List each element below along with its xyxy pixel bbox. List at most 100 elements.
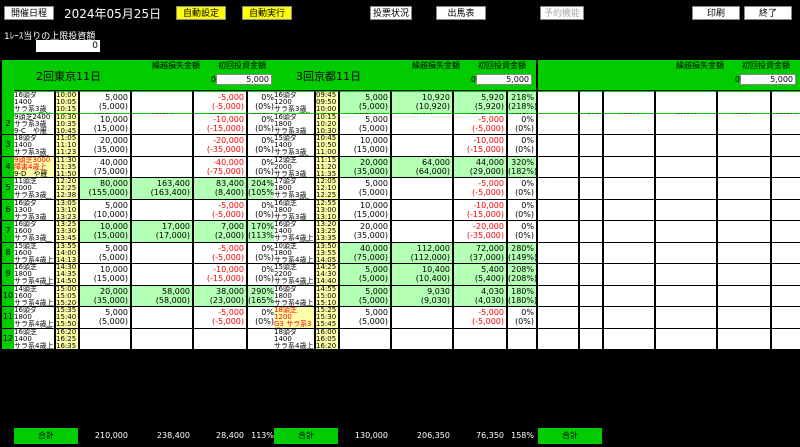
value-bal[interactable]: -10,000 (-15,000) [194, 113, 246, 134]
value-rate[interactable] [772, 135, 800, 156]
value-bal[interactable]: -5,000 (-5,000) [194, 307, 246, 328]
value-pay[interactable] [392, 328, 452, 349]
value-inv[interactable] [604, 178, 654, 199]
value-inv[interactable]: 10,000 (15,000) [80, 113, 130, 134]
value-inv[interactable]: 10,000 (15,000) [80, 221, 130, 242]
value-pay[interactable]: 9,030 (9,030) [392, 285, 452, 306]
value-rate[interactable]: 180% (180%) [508, 285, 536, 306]
value-pay[interactable]: 58,000 (58,000) [132, 285, 192, 306]
value-rate[interactable] [508, 328, 536, 349]
value-pay[interactable]: 64,000 (64,000) [392, 156, 452, 177]
value-bal[interactable]: -5,000 (-5,000) [194, 199, 246, 220]
value-pay[interactable] [656, 221, 716, 242]
value-inv[interactable]: 20,000 (35,000) [340, 221, 390, 242]
value-pay[interactable] [132, 92, 192, 113]
value-inv[interactable]: 5,000 (5,000) [80, 242, 130, 263]
value-rate[interactable] [772, 92, 800, 113]
value-pay[interactable] [132, 135, 192, 156]
value-bal[interactable]: -10,000 (-15,000) [454, 135, 506, 156]
value-bal[interactable] [718, 178, 770, 199]
value-rate[interactable]: 0% (0%) [248, 135, 276, 156]
value-rate[interactable]: 0% (0%) [248, 242, 276, 263]
value-pay[interactable] [656, 92, 716, 113]
value-inv[interactable] [604, 328, 654, 349]
value-bal[interactable]: -5,000 (-5,000) [194, 92, 246, 113]
value-rate[interactable]: 280% (149%) [508, 242, 536, 263]
race-info[interactable] [538, 135, 578, 156]
value-bal[interactable]: -20,000 (-35,000) [194, 135, 246, 156]
value-bal[interactable] [718, 92, 770, 113]
value-rate[interactable] [772, 307, 800, 328]
value-bal[interactable]: 38,000 (23,000) [194, 285, 246, 306]
value-bal[interactable]: 4,030 (4,030) [454, 285, 506, 306]
value-bal[interactable]: -5,000 (-5,000) [454, 113, 506, 134]
value-rate[interactable]: 0% (0%) [508, 221, 536, 242]
race-info[interactable]: 15頭芝1600サラ系4歳上15-B や雁 [14, 242, 54, 263]
value-pay[interactable] [656, 156, 716, 177]
value-pay[interactable]: 10,400 (10,400) [392, 264, 452, 285]
race-info[interactable]: 16頭ダ1800サラ系3歳16-D 標準 [274, 113, 314, 134]
value-pay[interactable]: 112,000 (112,000) [392, 242, 452, 263]
race-info[interactable]: 15頭芝2200サラ系4歳上15-B 標準 [274, 264, 314, 285]
race-info[interactable]: 16頭芝1800サラ系3歳16-A 標準 [274, 199, 314, 220]
race-info[interactable]: 9頭芝3000 障害4歳上 9-D や雁 [14, 156, 54, 177]
value-pay[interactable] [656, 307, 716, 328]
race-info[interactable] [538, 285, 578, 306]
value-pay[interactable] [132, 307, 192, 328]
value-bal[interactable] [718, 156, 770, 177]
race-info[interactable] [538, 113, 578, 134]
value-pay[interactable] [392, 199, 452, 220]
init-input[interactable]: 5,000 [476, 74, 532, 85]
value-rate[interactable]: 0% (0%) [248, 113, 276, 134]
init-input[interactable]: 5,000 [740, 74, 796, 85]
value-inv[interactable]: 5,000 (5,000) [340, 92, 390, 113]
value-inv[interactable] [604, 113, 654, 134]
value-inv[interactable] [604, 285, 654, 306]
value-inv[interactable]: 5,000 (5,000) [340, 307, 390, 328]
value-pay[interactable] [656, 199, 716, 220]
value-inv[interactable] [604, 156, 654, 177]
value-bal[interactable] [718, 242, 770, 263]
value-inv[interactable]: 5,000 (5,000) [80, 307, 130, 328]
value-pay[interactable] [132, 242, 192, 263]
race-info[interactable] [538, 328, 578, 349]
value-rate[interactable]: 0% (0%) [508, 307, 536, 328]
race-info[interactable]: 16頭ダ1400サラ系4歳上16-D 標準 [274, 221, 314, 242]
value-bal[interactable]: 44,000 (29,000) [454, 156, 506, 177]
value-inv[interactable]: 10,000 (15,000) [340, 199, 390, 220]
value-inv[interactable] [604, 221, 654, 242]
value-rate[interactable]: 170% (113%) [248, 221, 276, 242]
race-info[interactable] [538, 264, 578, 285]
value-pay[interactable] [392, 178, 452, 199]
value-inv[interactable]: 20,000 (35,000) [340, 156, 390, 177]
value-pay[interactable] [132, 328, 192, 349]
value-rate[interactable]: 204% (105%) [248, 178, 276, 199]
value-pay[interactable] [132, 113, 192, 134]
value-pay[interactable] [132, 156, 192, 177]
value-bal[interactable] [194, 328, 246, 349]
race-info[interactable]: 16頭芝1800サラ系4歳上16-B や雁 [14, 264, 54, 285]
value-inv[interactable] [340, 328, 390, 349]
value-bal[interactable]: -20,000 (-35,000) [454, 221, 506, 242]
value-rate[interactable] [772, 221, 800, 242]
value-bal[interactable] [718, 264, 770, 285]
value-bal[interactable] [718, 135, 770, 156]
value-inv[interactable]: 5,000 (5,000) [340, 285, 390, 306]
value-bal[interactable]: -5,000 (-5,000) [454, 307, 506, 328]
race-info[interactable] [538, 92, 578, 113]
value-rate[interactable]: 0% (0%) [248, 92, 276, 113]
value-bal[interactable] [718, 307, 770, 328]
value-rate[interactable]: 0% (0%) [508, 199, 536, 220]
value-bal[interactable]: 5,920 (5,920) [454, 92, 506, 113]
value-pay[interactable] [656, 264, 716, 285]
race-info[interactable] [538, 307, 578, 328]
value-pay[interactable]: 10,920 (10,920) [392, 92, 452, 113]
init-input[interactable]: 5,000 [216, 74, 272, 85]
value-rate[interactable]: 0% (0%) [248, 199, 276, 220]
value-rate[interactable] [772, 328, 800, 349]
value-rate[interactable]: 0% (0%) [508, 113, 536, 134]
value-rate[interactable]: 0% (0%) [508, 178, 536, 199]
race-info[interactable]: 18頭ダ1400サラ系3歳18-C 標準 [14, 135, 54, 156]
value-rate[interactable]: 0% (0%) [508, 135, 536, 156]
value-pay[interactable] [392, 113, 452, 134]
